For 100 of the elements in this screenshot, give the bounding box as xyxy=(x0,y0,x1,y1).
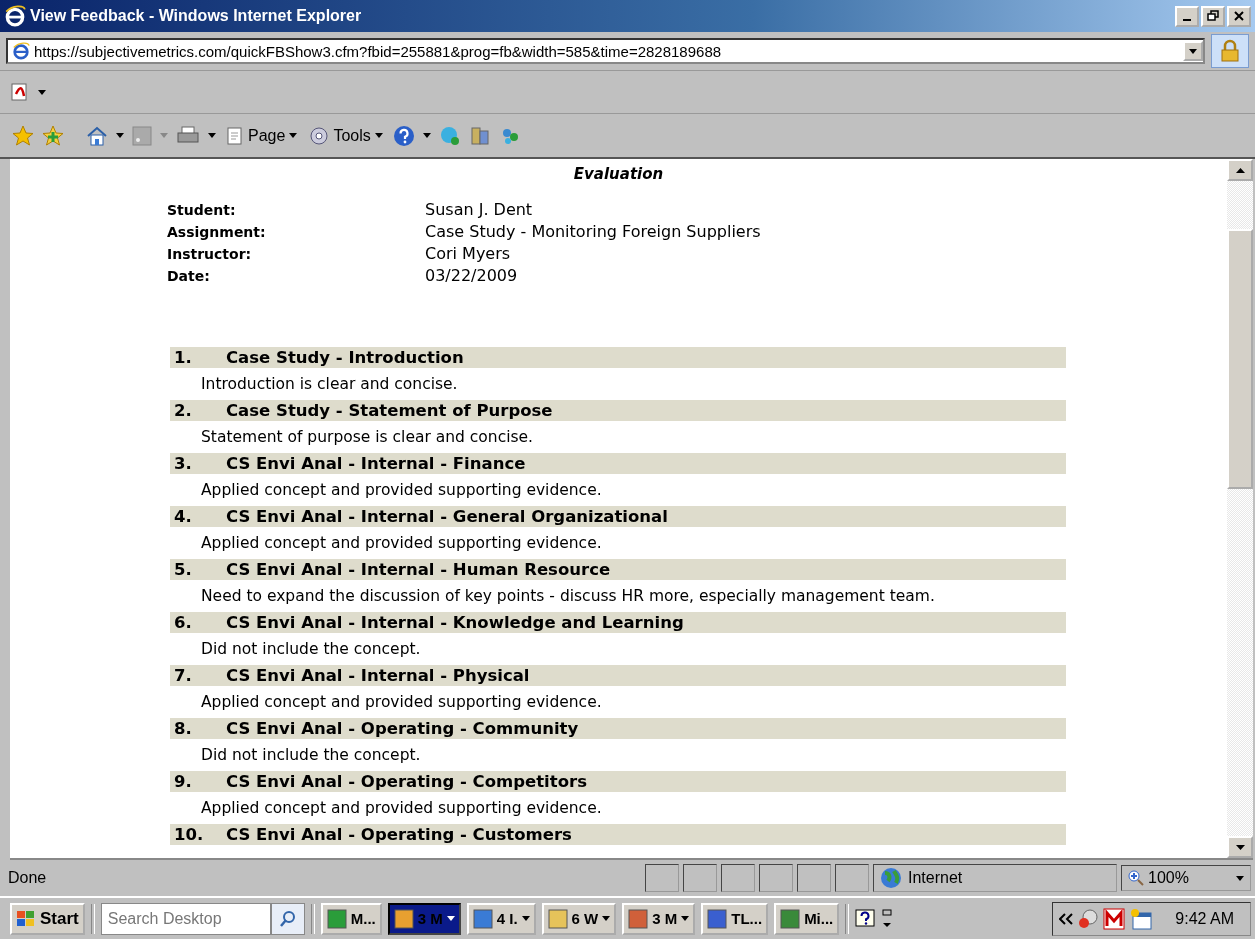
app-icon xyxy=(780,908,801,929)
help-speech-icon[interactable] xyxy=(855,908,876,929)
criterion-comment: Did not include the concept. xyxy=(200,745,422,766)
search-icon xyxy=(278,909,297,928)
app-icon xyxy=(628,908,649,929)
gear-icon xyxy=(309,125,330,146)
caret-icon xyxy=(374,133,383,138)
field-label: Assignment: xyxy=(167,223,267,242)
criterion-comment: Introduction is clear and concise. xyxy=(200,374,459,395)
window-title: View Feedback - Windows Internet Explorer xyxy=(30,7,363,25)
criterion-title: CS Envi Anal - Internal - Finance xyxy=(226,454,526,473)
browser-logo-icon xyxy=(4,5,26,27)
criterion-number: 10. xyxy=(173,825,205,844)
criterion-number: 2. xyxy=(173,401,193,420)
criterion-comment: Applied concept and provided supporting evidence. xyxy=(200,533,603,554)
caret-icon[interactable] xyxy=(446,916,455,921)
criterion-comment: Need to expand the discussion of key points - discuss HR more, especially management team. xyxy=(200,586,936,607)
windows-logo-icon xyxy=(16,909,36,928)
field-value: 03/22/2009 xyxy=(425,265,519,287)
restore-button[interactable] xyxy=(1201,5,1225,27)
criterion-number: 7. xyxy=(173,666,193,685)
close-icon xyxy=(1233,10,1245,22)
criterion-number: 5. xyxy=(173,560,193,579)
status-pane xyxy=(645,864,679,892)
page-icon xyxy=(12,42,30,60)
field-value: Case Study - Monitoring Foreign Suppliers xyxy=(425,221,762,243)
criterion-title: CS Envi Anal - Internal - General Organizational xyxy=(226,507,668,526)
clock: 9:42 AM xyxy=(1175,909,1235,928)
page-heading: Evaluation xyxy=(572,164,665,183)
lock-icon xyxy=(1219,39,1241,63)
star-icon[interactable] xyxy=(12,124,34,147)
address-bar[interactable]: https://subjectivemetrics.com/quickFBShow3.cfm?fbid=255881&prog=fb&width=585&time=2828189688 xyxy=(6,38,1205,64)
tools-menu[interactable]: Tools xyxy=(307,125,385,146)
scroll-up-button[interactable] xyxy=(1227,159,1253,181)
field-label: Student: xyxy=(167,201,237,220)
taskbar-button[interactable]: 6 W xyxy=(541,902,617,935)
criterion-title: CS Envi Anal - Operating - Competitors xyxy=(226,772,587,791)
star-plus-icon[interactable] xyxy=(42,124,64,147)
criterion-title: CS Envi Anal - Internal - Human Resource xyxy=(226,560,611,579)
address-field[interactable]: https://subjectivemetrics.com/quickFBShow3.cfm?fbid=255881&prog=fb&width=585&time=2828189688 xyxy=(34,42,1183,60)
caret-icon xyxy=(289,133,298,138)
criterion-number: 9. xyxy=(173,772,193,791)
restore-icon xyxy=(1207,10,1219,22)
caret-icon[interactable] xyxy=(681,916,690,921)
criterion-title: CS Envi Anal - Internal - Knowledge and Learning xyxy=(226,613,684,632)
status-text: Done xyxy=(8,869,48,887)
zoom-control[interactable]: 100% xyxy=(1121,865,1251,891)
taskbar-button[interactable]: M... xyxy=(320,902,382,935)
caret-icon[interactable] xyxy=(38,89,46,95)
lock-button[interactable] xyxy=(1211,34,1249,68)
caret-icon xyxy=(1189,48,1197,54)
criterion-number: 3. xyxy=(173,454,193,473)
scroll-down-button[interactable] xyxy=(1227,836,1253,858)
app-icon xyxy=(393,908,414,929)
print-icon[interactable] xyxy=(176,125,200,146)
caret-icon[interactable] xyxy=(208,133,216,138)
restore-toolbar-icon[interactable] xyxy=(881,907,894,930)
address-dropdown-button[interactable] xyxy=(1183,41,1203,61)
caret-icon[interactable] xyxy=(422,133,431,138)
criterion-title: Case Study - Statement of Purpose xyxy=(226,401,553,420)
magnifier-icon xyxy=(1128,870,1144,886)
window-sun-icon[interactable] xyxy=(1129,907,1154,930)
help-icon[interactable] xyxy=(392,124,415,147)
desktop-search-field[interactable]: Search Desktop xyxy=(100,902,271,935)
criterion-comment: Statement of purpose is clear and concise. xyxy=(200,427,534,448)
search-button[interactable] xyxy=(270,902,305,935)
status-pane xyxy=(835,864,869,892)
home-icon[interactable] xyxy=(86,124,108,147)
caret-icon[interactable] xyxy=(116,133,124,138)
field-value: Susan J. Dent xyxy=(425,199,534,221)
down-arrow-icon xyxy=(1235,844,1245,850)
status-pane xyxy=(683,864,717,892)
scroll-thumb[interactable] xyxy=(1227,229,1253,489)
status-pane xyxy=(759,864,793,892)
taskbar-button[interactable]: 4 I. xyxy=(466,902,536,935)
caret-icon[interactable] xyxy=(602,916,611,921)
app-icon xyxy=(326,908,347,929)
double-chevron-icon[interactable] xyxy=(1059,912,1074,925)
criterion-number: 4. xyxy=(173,507,193,526)
criterion-title: CS Envi Anal - Internal - Physical xyxy=(226,666,530,685)
app-icon xyxy=(707,908,728,929)
caret-icon[interactable] xyxy=(521,916,530,921)
minimize-button[interactable] xyxy=(1175,5,1199,27)
taskbar-button[interactable]: Mi... xyxy=(774,902,840,935)
criterion-comment: Applied concept and provided supporting evidence. xyxy=(200,692,603,713)
criterion-title: Case Study - Introduction xyxy=(226,348,464,367)
globe-icon xyxy=(880,867,902,889)
close-button[interactable] xyxy=(1227,5,1251,27)
taskbar-button[interactable]: 3 M xyxy=(622,902,696,935)
app-icon xyxy=(547,908,568,929)
minimize-icon xyxy=(1183,19,1191,21)
caret-icon xyxy=(1236,875,1244,881)
criterion-number: 8. xyxy=(173,719,193,738)
criterion-title: CS Envi Anal - Operating - Community xyxy=(226,719,579,738)
taskbar-button[interactable]: TL... xyxy=(701,902,769,935)
criterion-comment: Applied concept and provided supporting evidence. xyxy=(200,480,603,501)
page-icon xyxy=(226,125,244,146)
criterion-comment: Applied concept and provided supporting evidence. xyxy=(200,798,603,819)
start-button[interactable]: Start xyxy=(10,902,85,935)
page-menu[interactable]: Page xyxy=(224,125,300,146)
